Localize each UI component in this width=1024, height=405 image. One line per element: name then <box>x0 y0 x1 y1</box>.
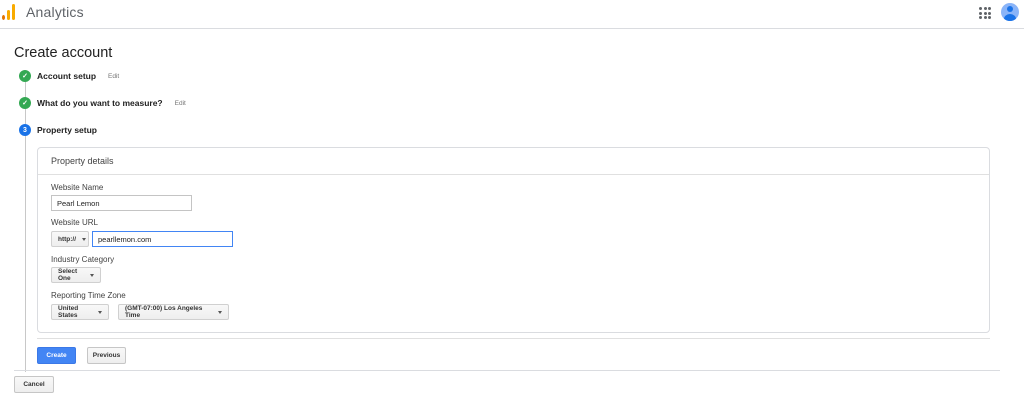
industry-category-value: Select One <box>58 268 78 282</box>
time-zone-value: (GMT-07:00) Los Angeles Time <box>125 305 203 319</box>
check-circle-icon: ✓ <box>19 97 31 109</box>
actions-divider <box>37 338 990 339</box>
step-property-setup: 3 Property setup <box>19 123 97 137</box>
country-value: United States <box>58 305 79 319</box>
chevron-down-icon <box>82 237 87 241</box>
cancel-button[interactable]: Cancel <box>14 376 54 393</box>
website-name-input[interactable] <box>51 195 192 211</box>
edit-measure-link[interactable]: Edit <box>175 100 186 107</box>
account-avatar-icon[interactable] <box>1001 3 1019 21</box>
step-account-setup: ✓ Account setup Edit <box>19 69 119 83</box>
apps-grid-icon[interactable] <box>979 7 991 19</box>
property-details-card: Property details Website Name Website UR… <box>37 147 990 333</box>
website-name-label: Website Name <box>51 183 104 192</box>
analytics-logo-icon[interactable] <box>2 4 16 20</box>
website-url-input[interactable] <box>92 231 233 247</box>
step-label: Property setup <box>37 125 97 135</box>
create-button[interactable]: Create <box>37 347 76 364</box>
card-header: Property details <box>38 148 989 175</box>
page-title: Create account <box>14 45 113 61</box>
previous-button[interactable]: Previous <box>87 347 126 364</box>
chevron-down-icon <box>98 310 102 314</box>
reporting-time-zone-label: Reporting Time Zone <box>51 291 126 300</box>
app-title[interactable]: Analytics <box>26 4 84 20</box>
top-bar: Analytics <box>0 0 1024 29</box>
edit-account-setup-link[interactable]: Edit <box>108 73 119 80</box>
time-zone-select[interactable]: (GMT-07:00) Los Angeles Time <box>118 304 229 320</box>
website-url-label: Website URL <box>51 218 98 227</box>
industry-category-select[interactable]: Select One <box>51 267 101 283</box>
protocol-value: http:// <box>58 235 77 243</box>
chevron-down-icon <box>218 310 222 314</box>
step-measure: ✓ What do you want to measure? Edit <box>19 96 186 110</box>
country-select[interactable]: United States <box>51 304 109 320</box>
bottom-divider <box>14 370 1000 371</box>
step-label: Account setup <box>37 71 97 81</box>
chevron-down-icon <box>90 273 94 277</box>
step-label: What do you want to measure? <box>37 98 163 108</box>
check-circle-icon: ✓ <box>19 70 31 82</box>
industry-category-label: Industry Category <box>51 255 115 264</box>
protocol-select[interactable]: http:// <box>51 231 89 247</box>
step-number-icon: 3 <box>19 124 31 136</box>
